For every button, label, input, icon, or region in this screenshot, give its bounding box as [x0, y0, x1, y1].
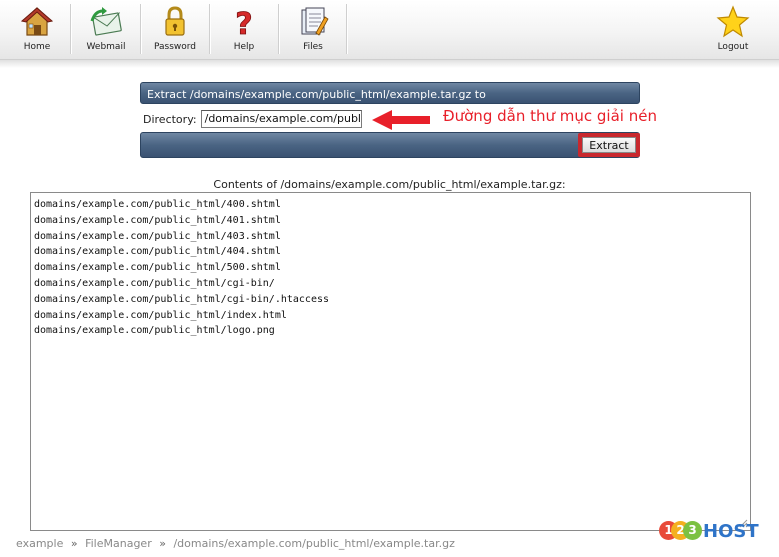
file-list-item: domains/example.com/public_html/404.shtm… [34, 246, 281, 258]
mail-icon [90, 7, 122, 36]
nav-files-label: Files [303, 42, 323, 52]
file-list-item: domains/example.com/public_html/400.shtm… [34, 199, 281, 210]
home-icon [20, 7, 54, 36]
nav-logout-label: Logout [717, 42, 749, 52]
nav-divider [278, 4, 279, 54]
contents-textarea[interactable]: domains/example.com/public_html/400.shtm… [30, 192, 751, 531]
file-list-item: domains/example.com/public_html/logo.png [34, 325, 275, 337]
directory-label: Directory: [143, 112, 197, 126]
brand-logo: 1 2 3 HOST [659, 519, 759, 543]
star-icon [716, 5, 750, 38]
nav-home-label: Home [23, 42, 51, 52]
extract-title: Extract /domains/example.com/public_html… [147, 88, 486, 101]
annotation-arrow-icon [372, 110, 430, 130]
nav-help[interactable]: ? Help [215, 0, 273, 60]
breadcrumb-separator: » [70, 537, 78, 550]
nav-divider [346, 4, 347, 54]
annotation-text: Đường dẫn thư mục giải nén [443, 107, 657, 125]
top-nav-bar: Home Webmail Password ? Help Files Logou… [0, 0, 779, 60]
nav-logout[interactable]: Logout [707, 0, 759, 60]
nav-webmail-label: Webmail [86, 42, 126, 52]
nav-help-label: Help [233, 42, 255, 52]
logo-word: HOST [703, 520, 759, 542]
svg-text:?: ? [235, 7, 252, 39]
extract-footer-bar [140, 132, 640, 158]
extract-header-bar: Extract /domains/example.com/public_html… [140, 82, 640, 104]
nav-webmail[interactable]: Webmail [76, 0, 136, 60]
nav-files[interactable]: Files [284, 0, 342, 60]
nav-password[interactable]: Password [146, 0, 204, 60]
logo-digits: 1 2 3 [659, 519, 703, 543]
nav-divider [70, 4, 71, 54]
files-icon [301, 7, 329, 36]
file-list-item: domains/example.com/public_html/cgi-bin/ [34, 277, 275, 289]
file-list-item: domains/example.com/public_html/500.shtm… [34, 262, 281, 274]
breadcrumb-item-filemanager[interactable]: FileManager [85, 537, 152, 550]
directory-input[interactable]: /domains/example.com/public_html [200, 110, 362, 128]
extract-button-highlight: Extract [578, 133, 640, 157]
breadcrumb-item-home[interactable]: example [16, 537, 63, 550]
breadcrumb: example » FileManager » /domains/example… [16, 537, 455, 550]
nav-divider [140, 4, 141, 54]
directory-row: Directory: /domains/example.com/public_h… [143, 109, 362, 129]
top-nav-shadow [0, 60, 779, 68]
question-mark-icon: ? [235, 7, 253, 39]
nav-divider [209, 4, 210, 54]
file-list-item: domains/example.com/public_html/index.ht… [34, 309, 287, 321]
breadcrumb-separator: » [159, 537, 166, 550]
file-list-item: domains/example.com/public_html/cgi-bin/… [34, 293, 330, 305]
contents-title: Contents of /domains/example.com/public_… [213, 178, 566, 191]
file-list-item: domains/example.com/public_html/401.shtm… [34, 214, 281, 226]
file-list-item: domains/example.com/public_html/403.shtm… [34, 230, 281, 242]
extract-button[interactable]: Extract [582, 137, 636, 153]
breadcrumb-item-path: /domains/example.com/public_html/example… [173, 537, 455, 550]
nav-password-label: Password [153, 42, 197, 52]
lock-icon [165, 6, 185, 36]
logo-digit-3: 3 [683, 521, 702, 540]
nav-home[interactable]: Home [9, 0, 65, 60]
